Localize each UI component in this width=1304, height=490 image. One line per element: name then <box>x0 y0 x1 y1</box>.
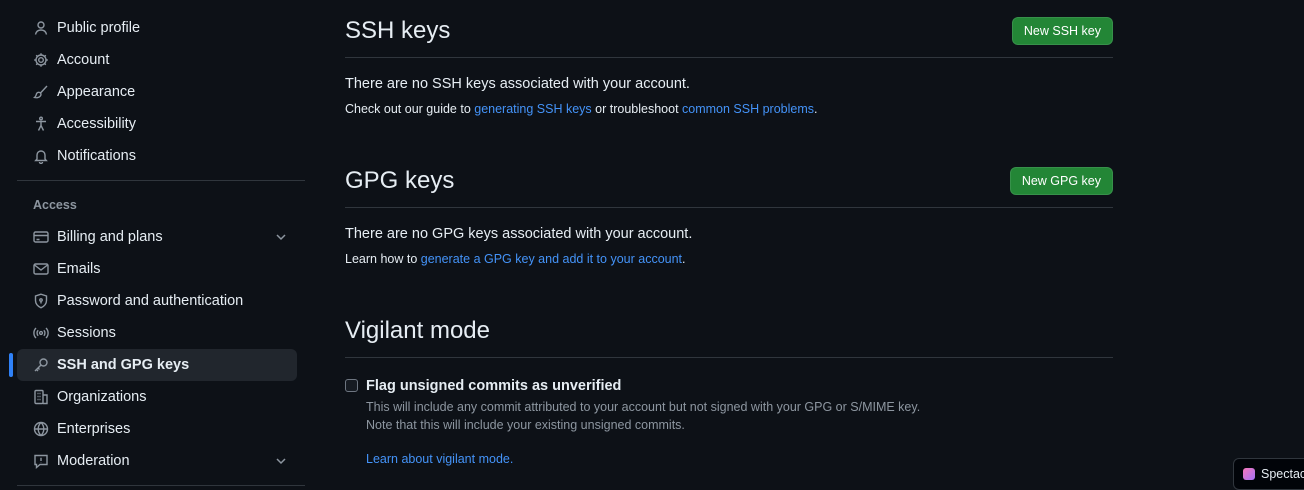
sidebar-divider <box>17 180 305 181</box>
sidebar-item-label: Account <box>57 52 110 68</box>
broadcast-icon <box>33 325 49 341</box>
sidebar-item-moderation[interactable]: Moderation <box>17 445 297 477</box>
new-ssh-key-button[interactable]: New SSH key <box>1011 16 1113 45</box>
sidebar-item-enterprises[interactable]: Enterprises <box>17 413 297 445</box>
sidebar-item-notifications[interactable]: Notifications <box>17 140 297 172</box>
shield-lock-icon <box>33 293 49 309</box>
sidebar-item-label: Organizations <box>57 389 147 405</box>
sidebar-item-billing[interactable]: Billing and plans <box>17 221 297 253</box>
sidebar-item-ssh-gpg-keys[interactable]: SSH and GPG keys <box>9 349 297 381</box>
organization-icon <box>33 389 49 405</box>
bell-icon <box>33 148 49 164</box>
sidebar-item-label: Enterprises <box>57 421 131 437</box>
sidebar-item-label: Notifications <box>57 148 136 164</box>
report-icon <box>33 453 49 469</box>
hint-text: Check out our guide to <box>345 102 475 116</box>
ssh-keys-header: SSH keys New SSH key <box>345 0 1113 58</box>
key-icon <box>33 357 49 373</box>
mail-icon <box>33 261 49 277</box>
generate-gpg-key-link[interactable]: generate a GPG key and add it to your ac… <box>421 252 682 266</box>
sidebar-item-label: Public profile <box>57 20 141 36</box>
sidebar-item-label: Appearance <box>57 84 136 100</box>
vigilant-mode-header: Vigilant mode <box>345 300 1113 358</box>
accessibility-icon <box>33 116 49 132</box>
spectacle-icon <box>1243 468 1255 480</box>
spectacle-taskbar-chip[interactable]: Spectac <box>1233 458 1304 490</box>
main-content: SSH keys New SSH key There are no SSH ke… <box>345 0 1113 468</box>
sidebar-item-label: Password and authentication <box>57 293 244 309</box>
vigilant-note-line: This will include any commit attributed … <box>366 400 921 414</box>
gpg-keys-hint: Learn how to generate a GPG key and add … <box>345 252 1113 266</box>
sidebar-item-appearance[interactable]: Appearance <box>17 76 297 108</box>
sidebar-item-organizations[interactable]: Organizations <box>17 381 297 413</box>
ssh-keys-section: SSH keys New SSH key There are no SSH ke… <box>345 0 1113 150</box>
gpg-keys-blank-state: There are no GPG keys associated with yo… <box>345 226 693 242</box>
gear-icon <box>33 52 49 68</box>
ssh-keys-hint: Check out our guide to generating SSH ke… <box>345 102 1113 116</box>
paintbrush-icon <box>33 84 49 100</box>
chevron-down-icon[interactable] <box>273 229 289 245</box>
sidebar-item-public-profile[interactable]: Public profile <box>17 12 297 44</box>
sidebar-section-access: Access <box>33 198 77 212</box>
ssh-keys-title: SSH keys <box>345 16 451 44</box>
vigilant-mode-option-body: Flag unsigned commits as unverified This… <box>366 378 920 468</box>
spectacle-label: Spectac <box>1261 467 1304 481</box>
hint-text: or troubleshoot <box>591 102 683 116</box>
new-gpg-key-button[interactable]: New GPG key <box>1009 166 1113 195</box>
sidebar-item-label: SSH and GPG keys <box>57 357 190 373</box>
gpg-keys-section: GPG keys New GPG key There are no GPG ke… <box>345 150 1113 300</box>
flag-unsigned-commits-label[interactable]: Flag unsigned commits as unverified <box>366 378 920 394</box>
settings-sidebar: Public profile Account Appearance Access… <box>9 12 305 486</box>
ssh-keys-blank-state: There are no SSH keys associated with yo… <box>345 76 690 92</box>
sidebar-item-label: Billing and plans <box>57 229 163 245</box>
hint-text: . <box>682 252 686 266</box>
vigilant-mode-note: This will include any commit attributed … <box>366 398 920 434</box>
vigilant-mode-section: Vigilant mode Flag unsigned commits as u… <box>345 300 1113 468</box>
sidebar-item-accessibility[interactable]: Accessibility <box>17 108 297 140</box>
sidebar-item-label: Accessibility <box>57 116 136 132</box>
credit-card-icon <box>33 229 49 245</box>
vigilant-note-line: Note that this will include your existin… <box>366 418 685 432</box>
sidebar-divider <box>17 485 305 486</box>
chevron-down-icon[interactable] <box>273 453 289 469</box>
common-ssh-problems-link[interactable]: common SSH problems <box>682 102 814 116</box>
hint-text: Learn how to <box>345 252 421 266</box>
vigilant-mode-option: Flag unsigned commits as unverified This… <box>345 378 1113 468</box>
gpg-keys-header: GPG keys New GPG key <box>345 150 1113 208</box>
gpg-keys-title: GPG keys <box>345 166 455 194</box>
sidebar-item-emails[interactable]: Emails <box>17 253 297 285</box>
sidebar-item-sessions[interactable]: Sessions <box>17 317 297 349</box>
sidebar-item-label: Emails <box>57 261 101 277</box>
globe-icon <box>33 421 49 437</box>
sidebar-item-label: Moderation <box>57 453 130 469</box>
vigilant-mode-title: Vigilant mode <box>345 316 490 344</box>
flag-unsigned-commits-checkbox[interactable] <box>345 379 358 392</box>
sidebar-item-account[interactable]: Account <box>17 44 297 76</box>
sidebar-item-label: Sessions <box>57 325 116 341</box>
person-icon <box>33 20 49 36</box>
sidebar-item-password[interactable]: Password and authentication <box>17 285 297 317</box>
learn-vigilant-mode-link[interactable]: Learn about vigilant mode. <box>366 452 513 466</box>
generating-ssh-keys-link[interactable]: generating SSH keys <box>474 102 591 116</box>
hint-text: . <box>814 102 818 116</box>
